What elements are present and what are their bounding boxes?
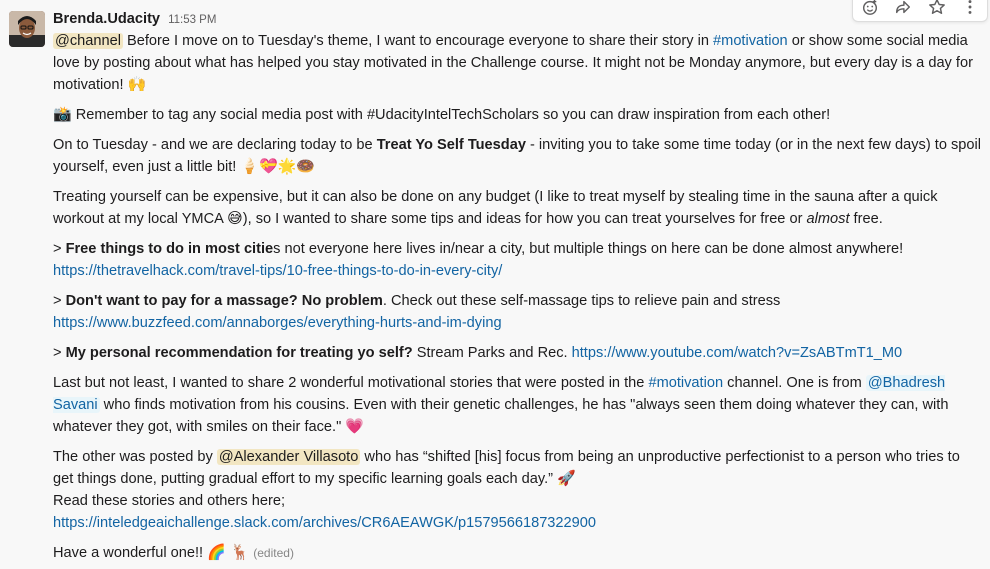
text: Remember to tag any social media post wi… <box>71 107 831 123</box>
sparkling-heart-icon: 💗 <box>345 417 365 435</box>
add-reaction-button[interactable] <box>857 0 883 20</box>
bold-text: Treat Yo Self Tuesday <box>376 137 526 153</box>
text: Have a wonderful one!! <box>53 545 208 561</box>
buzzfeed-link[interactable]: https://www.buzzfeed.com/annaborges/ever… <box>53 315 502 331</box>
italic-text: almost <box>806 211 850 227</box>
bold-text: Free things to do in most citie <box>65 241 274 257</box>
motivation-channel-link[interactable]: #motivation <box>648 375 723 391</box>
sweat-smile-icon: 😅 <box>227 209 243 227</box>
paragraph-stories: Last but not least, I wanted to share 2 … <box>53 372 983 438</box>
share-message-button[interactable] <box>890 0 916 20</box>
text: ), so I wanted to share some tips and id… <box>242 211 807 227</box>
quote-free-things: > Free things to do in most cities not e… <box>53 238 983 282</box>
paragraph-tag-reminder: 📸 Remember to tag any social media post … <box>53 104 983 126</box>
text: channel. One is from <box>723 375 866 391</box>
rocket-icon: 🚀 <box>557 469 576 487</box>
raised-hands-icon: 🙌 <box>127 75 147 93</box>
message-header: Brenda.Udacity 11:53 PM <box>53 8 983 30</box>
message-content: Brenda.Udacity 11:53 PM @channel Before … <box>53 8 983 564</box>
message: Brenda.Udacity 11:53 PM @channel Before … <box>0 0 990 569</box>
paragraph-tuesday: On to Tuesday - and we are declaring tod… <box>53 134 983 178</box>
text: On to Tuesday - and we are declaring tod… <box>53 137 377 153</box>
text: s not everyone here lives in/near a city… <box>273 241 904 257</box>
channel-mention[interactable]: @channel <box>53 33 123 49</box>
paragraph-alexander: The other was posted by @Alexander Villa… <box>53 446 983 534</box>
quote-marker: > <box>53 293 66 309</box>
motivation-channel-link[interactable]: #motivation <box>713 33 788 49</box>
text: Before I move on to Tuesday's theme, I w… <box>122 33 714 49</box>
more-actions-icon <box>968 0 972 14</box>
add-reaction-icon <box>862 0 877 15</box>
more-actions-button[interactable] <box>957 0 983 20</box>
paragraph-budget: Treating yourself can be expensive, but … <box>53 186 983 230</box>
quote-marker: > <box>53 241 66 257</box>
quote-massage: > Don't want to pay for a massage? No pr… <box>53 290 983 334</box>
youtube-link[interactable]: https://www.youtube.com/watch?v=ZsABTmT1… <box>572 345 903 361</box>
rainbow-deer-icon: 🌈 🦌 <box>207 543 250 561</box>
avatar-image <box>9 11 45 47</box>
save-star-icon <box>928 0 945 15</box>
message-timestamp[interactable]: 11:53 PM <box>168 9 216 31</box>
text: . Check out these self-massage tips to r… <box>382 293 781 309</box>
text: Last but not least, I wanted to share 2 … <box>53 375 649 391</box>
message-actions-toolbar <box>852 0 988 22</box>
paragraph-intro: @channel Before I move on to Tuesday's t… <box>53 30 983 96</box>
text: Read these stories and others here; <box>53 493 286 509</box>
bold-text: My personal recommendation for treating … <box>65 345 413 361</box>
share-message-icon <box>896 0 911 14</box>
avatar[interactable] <box>9 11 45 47</box>
camera-flash-icon: 📸 <box>53 105 72 123</box>
paragraph-closing: Have a wonderful one!! 🌈 🦌 (edited) <box>53 542 983 564</box>
user-mention-alexander[interactable]: @Alexander Villasoto <box>216 449 361 465</box>
slack-archive-link[interactable]: https://inteledgeaichallenge.slack.com/a… <box>53 515 596 531</box>
quote-recommendation: > My personal recommendation for treatin… <box>53 342 983 364</box>
treat-emojis-icon: 🍦💝🌟🍩 <box>240 157 316 175</box>
edited-label: (edited) <box>253 546 294 560</box>
save-message-button[interactable] <box>924 0 950 20</box>
text: free. <box>849 211 883 227</box>
travelhack-link[interactable]: https://thetravelhack.com/travel-tips/10… <box>53 263 502 279</box>
bold-text: Don't want to pay for a massage? No prob… <box>65 293 383 309</box>
author-name[interactable]: Brenda.Udacity <box>53 8 160 30</box>
quote-marker: > <box>53 345 66 361</box>
text: Stream Parks and Rec. <box>412 345 572 361</box>
text: who finds motivation from his cousins. E… <box>53 397 949 435</box>
text: The other was posted by <box>53 449 217 465</box>
